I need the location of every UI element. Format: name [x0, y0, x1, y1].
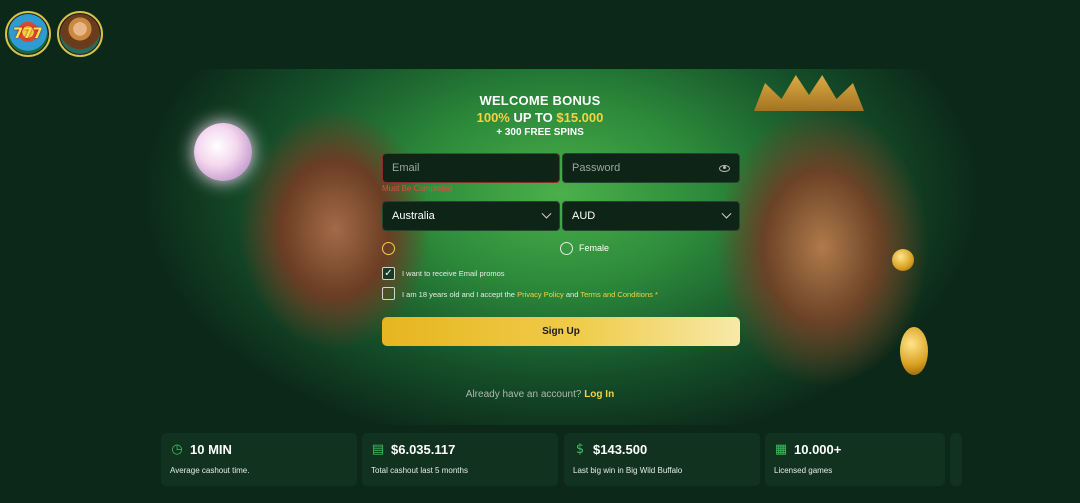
- coin-icon: [900, 327, 928, 375]
- bonus-up-to: UP TO: [513, 110, 553, 125]
- log-in-link[interactable]: Log In: [584, 389, 614, 400]
- gender-radio-male[interactable]: [382, 242, 395, 255]
- stat-value: 10.000+: [794, 442, 842, 457]
- terms-checkbox[interactable]: [382, 287, 395, 300]
- stopwatch-icon: ◷: [171, 442, 183, 457]
- have-account-text: Already have an account?: [465, 389, 582, 400]
- stat-card-total-cashout: ▤ $6.035.117 Total cashout last 5 months: [362, 433, 558, 486]
- email-placeholder: Email: [392, 162, 420, 174]
- stat-card-cashout-time: ◷ 10 MIN Average cashout time.: [161, 433, 357, 486]
- stat-label: Total cashout last 5 months: [371, 466, 468, 475]
- terms-label: I am 18 years old and I accept the Priva…: [402, 290, 658, 299]
- checkmark-icon: ✓: [384, 267, 393, 279]
- game-avatar-777[interactable]: 777: [5, 11, 51, 57]
- login-prompt: Already have an account? Log In: [0, 389, 1080, 400]
- country-select[interactable]: Australia: [382, 201, 560, 231]
- email-error-message: Must Be Completed: [382, 184, 453, 193]
- stat-label: Average cashout time.: [170, 466, 250, 475]
- password-field[interactable]: Password: [562, 153, 740, 183]
- gender-radio-female[interactable]: [560, 242, 573, 255]
- bonus-free-spins: + 300 FREE SPINS: [496, 127, 584, 138]
- bonus-title: WELCOME BONUS: [479, 93, 601, 108]
- currency-value: AUD: [572, 210, 596, 222]
- stat-value: $143.500: [593, 442, 648, 457]
- gender-label-female: Female: [579, 243, 610, 253]
- stat-card-partial: [950, 433, 962, 486]
- top-game-avatars: 777: [5, 11, 103, 57]
- stat-label: Last big win in Big Wild Buffalo: [573, 466, 683, 475]
- bonus-percent: 100%: [476, 110, 510, 125]
- bonus-amount: 100% UP TO $15.000: [0, 110, 1080, 125]
- stat-label: Licensed games: [774, 466, 833, 475]
- currency-select[interactable]: AUD: [562, 201, 740, 231]
- money-bag-icon: $: [575, 442, 585, 457]
- show-password-eye-icon[interactable]: [719, 164, 730, 172]
- sign-up-button[interactable]: Sign Up: [382, 317, 740, 346]
- email-field[interactable]: Email: [382, 153, 560, 183]
- bonus-value: $15.000: [556, 110, 604, 125]
- privacy-policy-link[interactable]: Privacy Policy: [517, 290, 564, 299]
- email-promos-label: I want to receive Email promos: [402, 269, 505, 278]
- stat-value: 10 MIN: [190, 442, 232, 457]
- stat-card-big-win: $ $143.500 Last big win in Big Wild Buff…: [564, 433, 760, 486]
- slot-machine-icon: ▦: [774, 442, 788, 457]
- stat-value: $6.035.117: [391, 442, 456, 457]
- welcome-bonus: WELCOME BONUS 100% UP TO $15.000 + 300 F…: [0, 93, 1080, 138]
- required-mark: *: [654, 290, 658, 299]
- coin-icon: [892, 249, 914, 271]
- terms-and: and: [565, 290, 579, 299]
- country-value: Australia: [392, 210, 435, 222]
- stat-card-licensed-games: ▦ 10.000+ Licensed games: [765, 433, 945, 486]
- money-stack-icon: ▤: [371, 442, 385, 457]
- password-placeholder: Password: [572, 162, 621, 174]
- chevron-down-icon: [721, 208, 732, 219]
- terms-prefix: I am 18 years old and I accept the: [402, 290, 515, 299]
- chevron-down-icon: [541, 208, 552, 219]
- terms-conditions-link[interactable]: Terms and Conditions: [580, 290, 653, 299]
- game-avatar-goddess[interactable]: [57, 11, 103, 57]
- email-promos-checkbox[interactable]: ✓: [382, 267, 395, 280]
- seven-icon: 777: [13, 26, 43, 42]
